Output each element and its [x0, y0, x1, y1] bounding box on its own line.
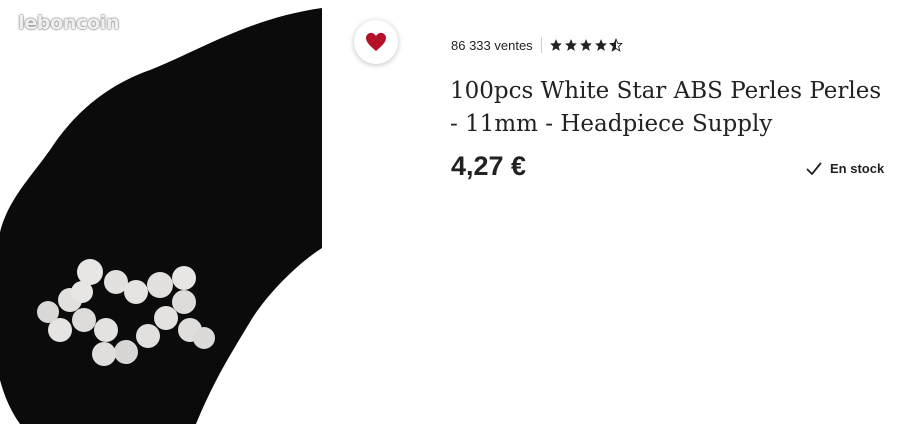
star-icon: [579, 39, 592, 51]
favorite-button[interactable]: [354, 20, 398, 64]
product-photo-art: [0, 8, 322, 424]
leboncoin-watermark: leboncoin: [18, 12, 120, 34]
divider: [540, 37, 542, 53]
check-icon: [806, 162, 822, 175]
half-star-icon: [608, 38, 623, 52]
rating-stars[interactable]: [549, 38, 623, 52]
product-image[interactable]: leboncoin: [0, 0, 330, 424]
product-price: 4,27 €: [451, 151, 527, 181]
stock-status: En stock: [806, 161, 884, 176]
star-icon: [564, 39, 577, 51]
star-icon: [549, 39, 562, 51]
sales-count: 86 333 ventes: [451, 37, 533, 53]
heart-icon: [366, 32, 386, 52]
star-icon: [594, 39, 607, 51]
seller-meta: 86 333 ventes: [451, 37, 623, 53]
stock-label: En stock: [830, 161, 885, 176]
product-title: 100pcs White Star ABS Perles Perles - 11…: [450, 78, 882, 137]
